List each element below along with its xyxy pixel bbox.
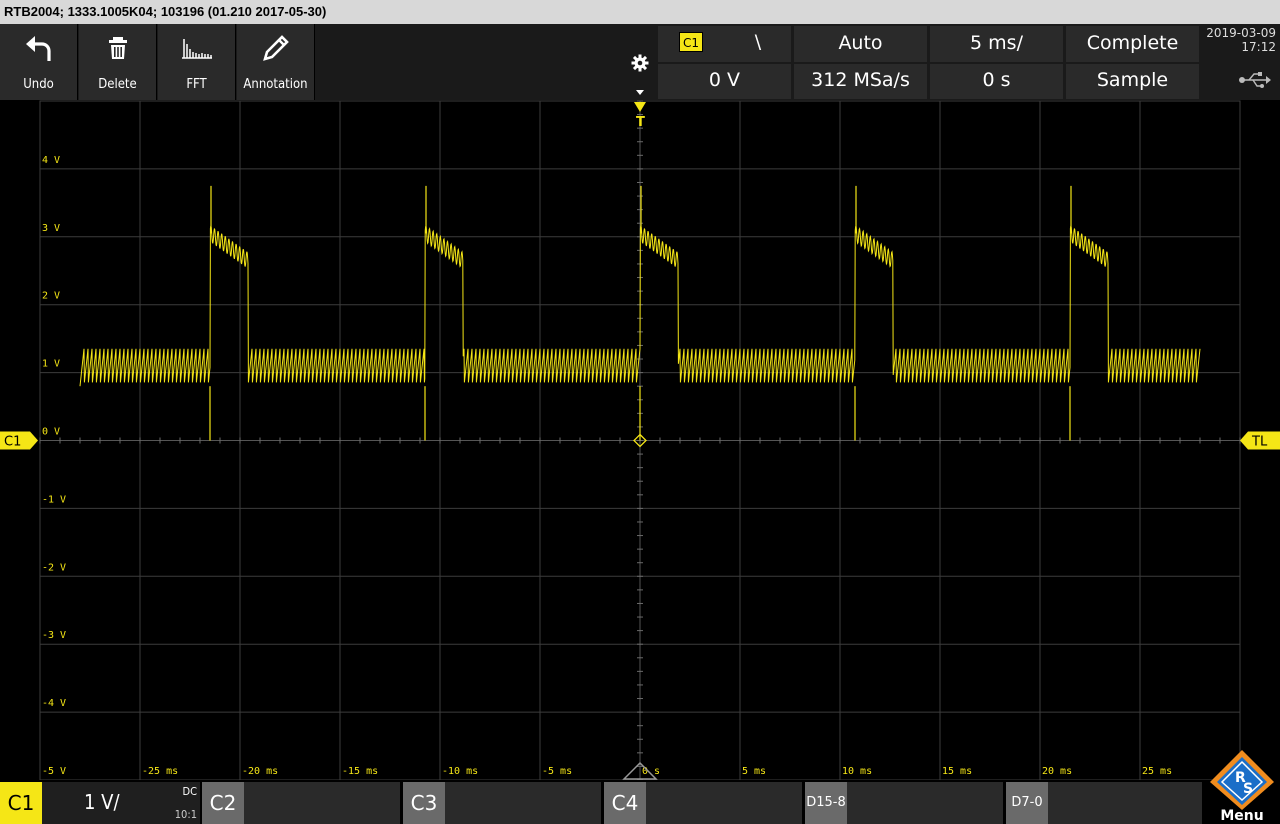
rs-logo: R S — [1210, 750, 1274, 810]
y-tick-label: -5 V — [42, 766, 66, 777]
x-tick-label: 10 ms — [842, 766, 872, 777]
acquisition-mode-value: Sample — [1096, 69, 1169, 91]
undo-button[interactable]: Undo — [0, 24, 78, 100]
channel-bar: C1 1 V/ DC 10:1 C2 C3 C4 D15-8 D7-0 R S … — [0, 750, 1280, 824]
trash-icon — [79, 32, 156, 64]
menu-button[interactable]: R S Menu — [1204, 748, 1280, 824]
trigger-mode-button[interactable]: Auto — [794, 26, 927, 62]
logic-d7-0-tab[interactable]: D7-0 — [1006, 782, 1202, 824]
trigger-source-badge: C1 — [679, 32, 703, 52]
svg-text:S: S — [1243, 781, 1253, 797]
date-text: 2019-03-09 — [1206, 26, 1276, 40]
delete-label: Delete — [98, 77, 137, 92]
fft-icon — [158, 32, 235, 64]
channel4-body — [646, 782, 802, 824]
delete-button[interactable]: Delete — [79, 24, 157, 100]
y-tick-label: -2 V — [42, 562, 66, 573]
y-tick-label: -1 V — [42, 494, 66, 505]
y-tick-label: 3 V — [42, 223, 60, 234]
channel1-scale: 1 V/ — [84, 790, 120, 814]
waveform-display[interactable]: 4 V 3 V 2 V 1 V 0 V -1 V -2 V -3 V -4 V -5 V -25 … — [0, 100, 1280, 780]
pencil-icon — [237, 32, 314, 64]
sample-rate-value: 312 MSa/s — [811, 69, 910, 91]
trigger-level-label: TL — [1251, 435, 1268, 450]
time-text: 17:12 — [1241, 40, 1276, 54]
trigger-level-marker[interactable]: TL — [1240, 431, 1280, 450]
trigger-slope-icon: \ — [754, 31, 762, 53]
channel1-offset-marker[interactable]: C1 — [0, 431, 38, 450]
horizontal-position-button[interactable]: 0 s — [930, 64, 1063, 99]
channel3-tab[interactable]: C3 — [403, 782, 601, 824]
channel2-tab[interactable]: C2 — [202, 782, 400, 824]
y-tick-label: -3 V — [42, 630, 66, 641]
acquisition-status-value: Complete — [1086, 32, 1179, 54]
logic-d15-8-body — [847, 782, 1003, 824]
channel1-tab[interactable]: C1 1 V/ DC 10:1 — [0, 782, 200, 824]
annotation-button[interactable]: Annotation — [237, 24, 315, 100]
channel1-offset-label: C1 — [4, 435, 21, 450]
acquisition-status-button[interactable]: Complete — [1066, 26, 1199, 62]
annotation-label: Annotation — [243, 77, 308, 92]
x-tick-label: -20 ms — [242, 766, 278, 777]
x-tick-label: -5 ms — [542, 766, 572, 777]
settings-button[interactable] — [624, 24, 656, 100]
timebase-scale-button[interactable]: 5 ms/ — [930, 26, 1063, 62]
channel1-settings: 1 V/ DC 10:1 — [42, 782, 200, 824]
menu-label: Menu — [1220, 808, 1264, 824]
channel4-tab[interactable]: C4 — [604, 782, 802, 824]
fft-button[interactable]: FFT — [158, 24, 236, 100]
dropdown-arrow-icon — [636, 90, 644, 95]
datetime: 2019-03-09 17:12 — [1202, 26, 1276, 54]
logic-d7-0-label: D7-0 — [1006, 782, 1048, 824]
x-tick-label: -10 ms — [442, 766, 478, 777]
trigger-level-button[interactable]: 0 V — [658, 64, 791, 99]
logic-d7-0-body — [1048, 782, 1202, 824]
trigger-source-button[interactable]: C1 \ — [658, 26, 791, 62]
sample-rate-button[interactable]: 312 MSa/s — [794, 64, 927, 99]
channel2-label: C2 — [202, 782, 244, 824]
trigger-position-label: T — [636, 115, 645, 130]
horizontal-position-value: 0 s — [982, 69, 1011, 91]
gear-icon — [631, 54, 649, 72]
logic-d15-8-label: D15-8 — [805, 782, 847, 824]
usb-icon — [1239, 72, 1271, 88]
fft-label: FFT — [186, 77, 207, 92]
x-tick-label: 20 ms — [1042, 766, 1072, 777]
y-tick-label: 2 V — [42, 291, 60, 302]
channel3-label: C3 — [403, 782, 445, 824]
y-tick-label: 4 V — [42, 155, 60, 166]
channel3-body — [445, 782, 601, 824]
undo-label: Undo — [23, 77, 54, 92]
window-title: RTB2004; 1333.1005K04; 103196 (01.210 20… — [0, 0, 1280, 24]
x-tick-label: 5 ms — [742, 766, 766, 777]
y-tick-label: -4 V — [42, 698, 66, 709]
x-tick-label: 15 ms — [942, 766, 972, 777]
timebase-scale-value: 5 ms/ — [970, 32, 1023, 54]
channel1-label: C1 — [0, 782, 42, 824]
x-tick-label: -25 ms — [142, 766, 178, 777]
x-tick-label: 25 ms — [1142, 766, 1172, 777]
y-tick-label: 0 V — [42, 427, 60, 438]
channel1-coupling: DC — [182, 785, 197, 798]
channel2-body — [244, 782, 400, 824]
trigger-level-value: 0 V — [708, 69, 741, 91]
x-tick-label: -15 ms — [342, 766, 378, 777]
trigger-mode-value: Auto — [838, 32, 883, 54]
channel4-label: C4 — [604, 782, 646, 824]
channel1-probe: 10:1 — [174, 808, 197, 821]
acquisition-mode-button[interactable]: Sample — [1066, 64, 1199, 99]
y-tick-label: 1 V — [42, 359, 60, 370]
undo-icon — [0, 32, 77, 64]
logic-d15-8-tab[interactable]: D15-8 — [805, 782, 1003, 824]
